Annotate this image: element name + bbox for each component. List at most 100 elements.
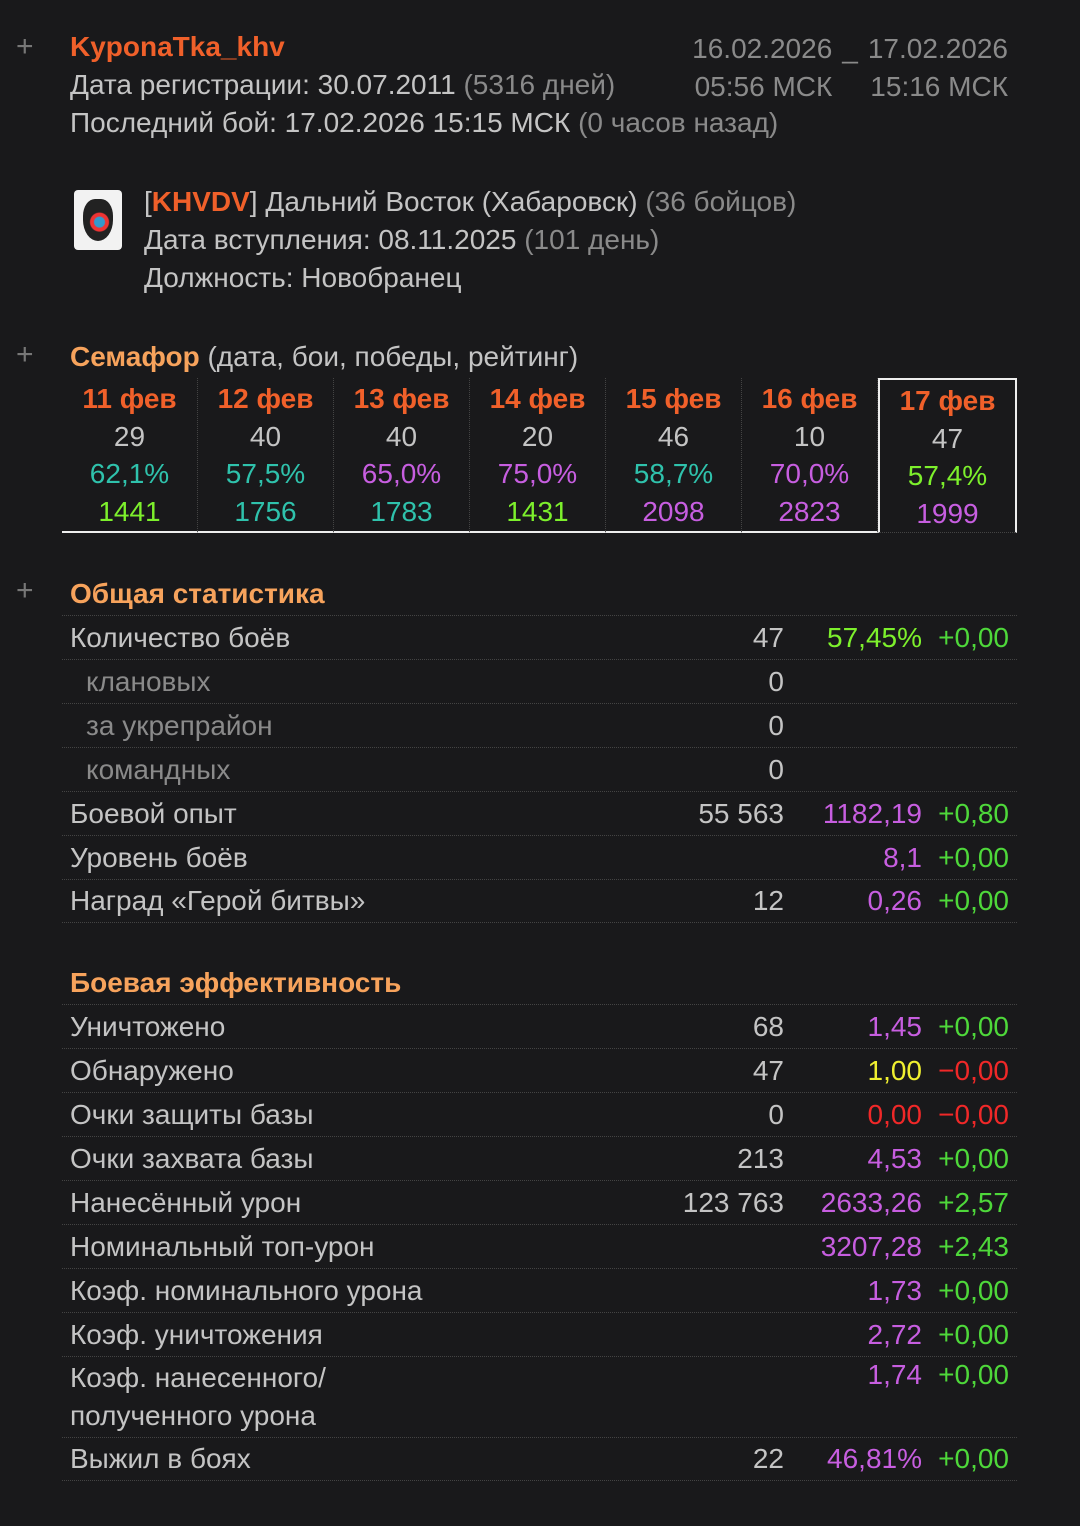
clan-members: (36 бойцов) [645,186,797,217]
day-battles: 40 [249,420,282,452]
day-wins: 58,7% [633,458,714,489]
semaphore-day[interactable]: 17 фев 47 57,4% 1999 [878,378,1017,533]
clan-join-days: (101 день) [524,224,660,255]
stat-value: 0 [768,753,784,785]
semaphore-day[interactable]: 14 фев 20 75,0% 1431 [470,378,606,533]
period-from-date: 16.02.2026 [692,33,833,64]
stat-row: Обнаружено 47 1,00 −0,00 [62,1048,1017,1092]
period-to-time: 15:16 МСК [870,71,1008,102]
day-wins: 62,1% [89,458,170,489]
stat-row: Выжил в боях 22 46,81% +0,00 [62,1437,1017,1481]
stat-delta: +0,00 [938,1443,1009,1474]
stat-label: за укрепрайон [86,709,273,741]
stat-ratio: 2633,26 [820,1186,922,1218]
day-rating: 1431 [506,495,569,527]
stat-label: Коэф. уничтожения [70,1318,323,1350]
stat-delta: +0,00 [938,1274,1009,1306]
stat-row: Очки защиты базы 0 0,00 −0,00 [62,1092,1017,1136]
stat-delta: +0,00 [938,1010,1009,1042]
day-date: 15 фев [625,383,722,414]
efficiency-table: Уничтожено 68 1,45 +0,00 Обнаружено 47 1,00 −0,… [62,1004,1017,1481]
day-battles: 20 [521,420,554,452]
stat-label: Очки защиты базы [70,1098,314,1130]
stat-delta: +0,00 [938,1359,1009,1390]
expand-player-icon[interactable]: + [16,32,34,62]
period-range: 16.02.2026 _ 17.02.2026 05:56 МСК 15:16 МСК [692,30,1008,106]
semaphore-title: Семафор [70,341,200,372]
clan-emblem-icon [74,190,122,250]
stat-value: 22 [752,1443,784,1474]
stat-label: командных [86,753,231,785]
stat-ratio: 0,00 [867,1098,923,1130]
day-wins: 65,0% [361,458,442,489]
stat-row: Количество боёв 47 57,45% +0,00 [62,615,1017,659]
player-name[interactable]: KyponaTka_khv [70,28,778,66]
day-wins: 70,0% [769,458,850,489]
stat-value: 55 563 [698,797,784,829]
stat-row: Нанесённый урон 123 763 2633,26 +2,57 [62,1180,1017,1224]
day-wins: 57,4% [907,460,988,491]
semaphore-day[interactable]: 16 фев 10 70,0% 2823 [742,378,878,533]
stat-ratio: 2,72 [867,1318,923,1350]
expand-general-icon[interactable]: + [16,576,34,606]
stat-label: Наград «Герой битвы» [70,885,366,916]
stat-delta: +2,57 [938,1186,1009,1218]
stat-ratio: 1182,19 [822,797,922,829]
semaphore-day[interactable]: 15 фев 46 58,7% 2098 [606,378,742,533]
clan-name: Дальний Восток (Хабаровск) [265,186,638,217]
semaphore-subtitle: (дата, бои, победы, рейтинг) [207,341,579,372]
bracket: ] [249,186,258,217]
day-rating: 1441 [98,495,161,527]
semaphore-heading: Семафор (дата, бои, победы, рейтинг) [70,338,578,376]
stat-row: Номинальный топ-урон 3207,28 +2,43 [62,1224,1017,1268]
stat-row: Коэф. уничтожения 2,72 +0,00 [62,1312,1017,1356]
stat-value: 0 [768,1098,784,1130]
stat-row: Наград «Герой битвы» 12 0,26 +0,00 [62,879,1017,923]
efficiency-title: Боевая эффективность [70,967,402,998]
expand-semaphore-icon[interactable]: + [16,340,34,370]
day-date: 12 фев [217,383,314,414]
stat-row: Боевой опыт 55 563 1182,19 +0,80 [62,791,1017,835]
stat-row: командных 0 [62,747,1017,791]
stat-ratio: 1,73 [867,1274,923,1306]
stat-ratio: 46,81% [827,1443,922,1474]
stat-value: 123 763 [682,1186,784,1218]
period-to-date: 17.02.2026 [867,33,1008,64]
stat-value: 12 [752,885,784,916]
player-info: KyponaTka_khv Дата регистрации: 30.07.20… [70,28,778,142]
stat-row: Коэф. нанесенного/ полученного урона 1,74… [62,1356,1017,1437]
semaphore-table: 11 фев 29 62,1% 1441 12 фев 40 57,5% 1756 13 фев… [62,378,1017,533]
stat-row: Очки захвата базы 213 4,53 +0,00 [62,1136,1017,1180]
stat-value: 47 [752,621,784,653]
semaphore-day[interactable]: 12 фев 40 57,5% 1756 [198,378,334,533]
stat-delta: +0,80 [938,797,1009,829]
stat-value: 47 [752,1054,784,1086]
day-battles: 10 [793,420,826,452]
stat-delta: +0,00 [938,841,1009,873]
stat-row: за укрепрайон 0 [62,703,1017,747]
registration-date: Дата регистрации: 30.07.2011 [70,69,456,100]
stat-ratio: 57,45% [827,621,922,653]
clan-role: Должность: Новобранец [144,262,462,293]
day-battles: 29 [113,420,146,452]
day-rating: 1756 [234,495,297,527]
period-separator: _ [842,33,858,64]
stat-row: Уровень боёв 8,1 +0,00 [62,835,1017,879]
day-wins: 75,0% [497,458,578,489]
semaphore-day[interactable]: 11 фев 29 62,1% 1441 [62,378,198,533]
semaphore-day[interactable]: 13 фев 40 65,0% 1783 [334,378,470,533]
last-battle: Последний бой: 17.02.2026 15:15 МСК [70,107,571,138]
stat-delta: +0,00 [938,1318,1009,1350]
stat-label: Обнаружено [70,1054,234,1086]
stat-delta: −0,00 [938,1054,1009,1086]
clan-tag[interactable]: KHVDV [152,186,250,217]
day-rating: 1783 [370,495,433,527]
stat-row: Коэф. номинального урона 1,73 +0,00 [62,1268,1017,1312]
stat-delta: +0,00 [938,885,1009,916]
day-rating: 2823 [778,495,841,527]
stat-delta: +0,00 [938,1142,1009,1174]
general-stats-table: Количество боёв 47 57,45% +0,00 клановых 0 за … [62,615,1017,923]
stat-row: Уничтожено 68 1,45 +0,00 [62,1004,1017,1048]
day-wins: 57,5% [225,458,306,489]
clan-join-date: Дата вступления: 08.11.2025 [144,224,517,255]
